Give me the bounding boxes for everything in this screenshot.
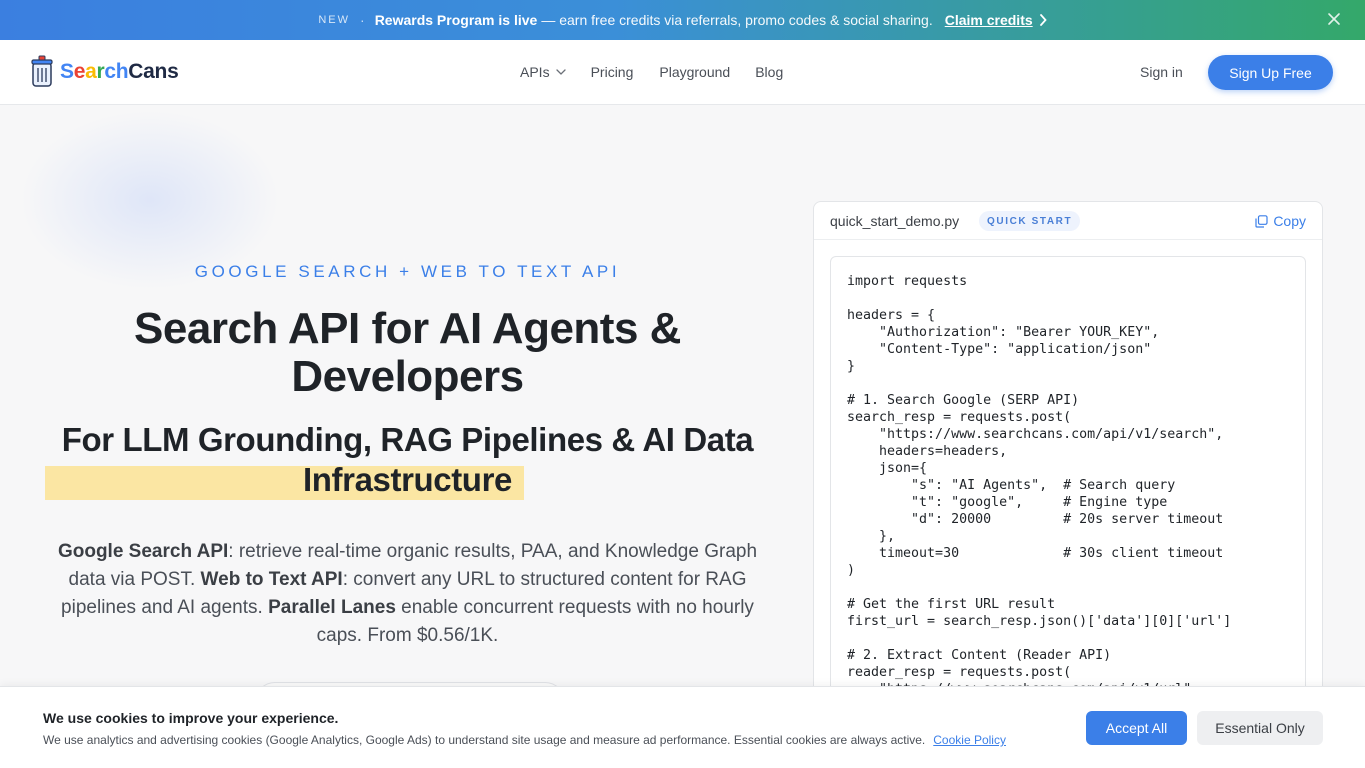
code-filename: quick_start_demo.py [830, 213, 960, 229]
copy-icon [1255, 214, 1268, 228]
main-nav: APIs Pricing Playground Blog [520, 64, 783, 80]
code-card-header: quick_start_demo.py QUICK START Copy [814, 202, 1322, 240]
new-label: NEW [318, 14, 351, 26]
announcement-text: — earn free credits via referrals, promo… [541, 12, 933, 28]
sign-in-link[interactable]: Sign in [1140, 64, 1183, 80]
sign-up-button[interactable]: Sign Up Free [1208, 55, 1333, 90]
logo-text: SearchCans [60, 60, 179, 83]
quick-start-badge: QUICK START [979, 211, 1081, 231]
nav-pricing[interactable]: Pricing [591, 64, 634, 80]
chevron-right-icon [1039, 14, 1047, 26]
hero-subtitle: For LLM Grounding, RAG Pipelines & AI Da… [61, 421, 754, 498]
logo-icon [31, 55, 53, 87]
separator: · [360, 12, 365, 28]
accept-all-button[interactable]: Accept All [1086, 711, 1187, 745]
hero-eyebrow: GOOGLE SEARCH + WEB TO TEXT API [194, 262, 621, 281]
announcement-headline: Rewards Program is live [374, 12, 538, 28]
announcement-bar: NEW · Rewards Program is live — earn fre… [0, 0, 1365, 40]
essential-only-button[interactable]: Essential Only [1197, 711, 1323, 745]
close-icon[interactable] [1325, 10, 1343, 28]
claim-credits-link[interactable]: Claim credits [945, 12, 1047, 28]
site-header: SearchCans APIs Pricing Playground Blog … [0, 40, 1365, 105]
chevron-down-icon [555, 69, 566, 75]
cookie-banner: We use cookies to improve your experienc… [0, 686, 1365, 768]
logo[interactable]: SearchCans [30, 55, 179, 89]
nav-playground[interactable]: Playground [659, 64, 730, 80]
cookie-text: We use analytics and advertising cookies… [43, 733, 1006, 747]
hero-description: Google Search API: retrieve real-time or… [57, 541, 758, 646]
code-text: import requests headers = { "Authorizati… [847, 274, 1232, 697]
copy-button[interactable]: Copy [1255, 213, 1306, 229]
cookie-title: We use cookies to improve your experienc… [43, 710, 339, 726]
nav-apis[interactable]: APIs [520, 64, 566, 80]
code-card: quick_start_demo.py QUICK START Copy imp… [813, 201, 1323, 768]
claim-credits-label: Claim credits [944, 12, 1033, 28]
nav-blog[interactable]: Blog [755, 64, 783, 80]
cookie-policy-link[interactable]: Cookie Policy [933, 733, 1006, 747]
hero-title: Search API for AI Agents & Developers [134, 304, 681, 401]
